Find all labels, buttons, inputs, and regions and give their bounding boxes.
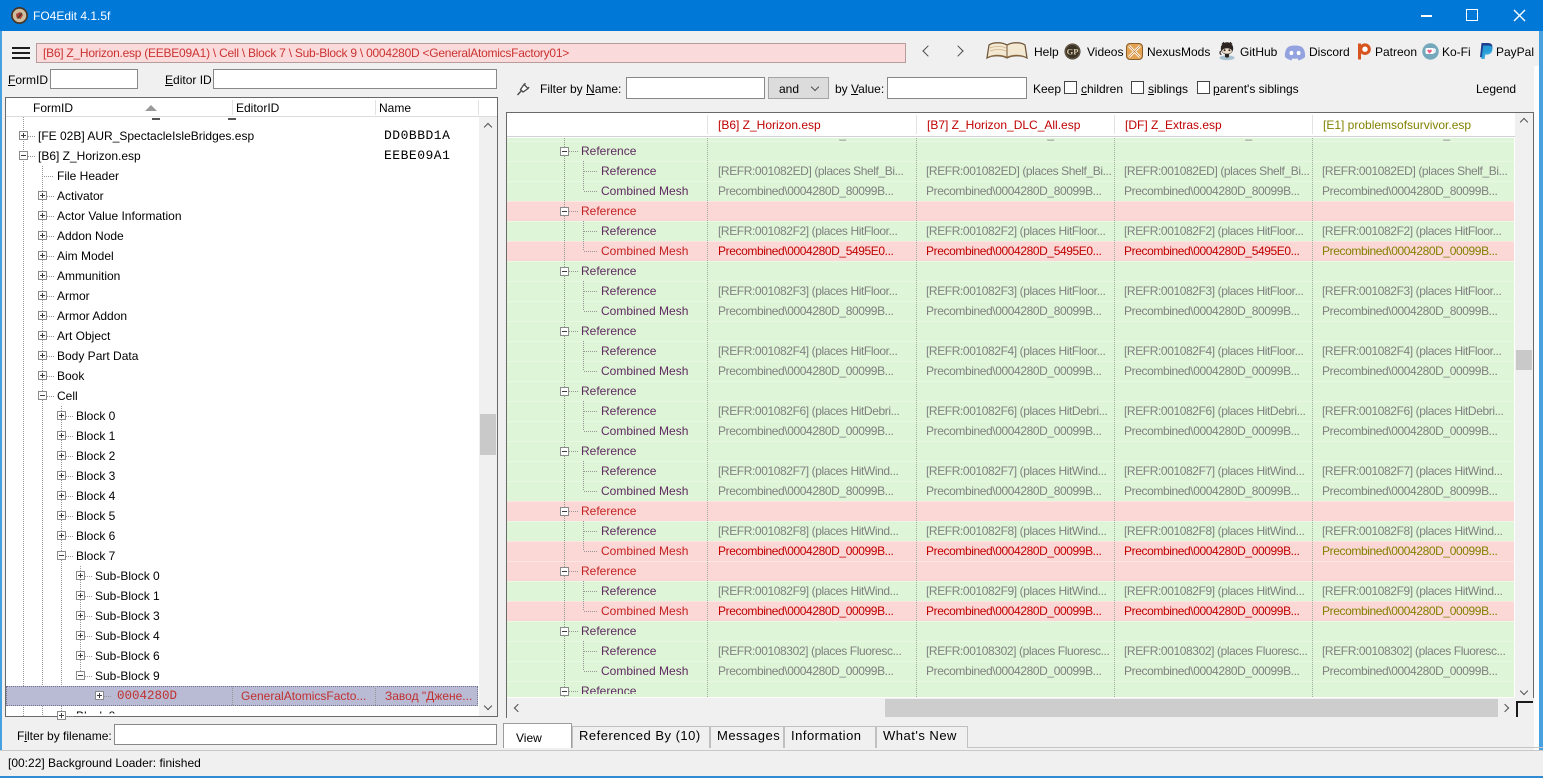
svg-text:GP: GP — [1067, 47, 1079, 57]
